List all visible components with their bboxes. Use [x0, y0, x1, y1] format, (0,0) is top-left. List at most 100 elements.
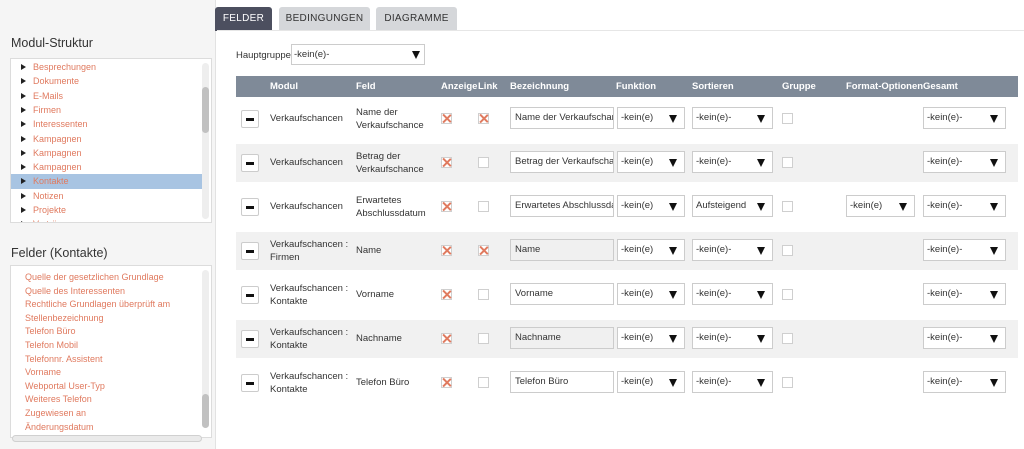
gesamt-select[interactable]: -kein(e)- — [923, 371, 1006, 393]
col-header-link: Link — [478, 81, 498, 92]
gesamt-select[interactable]: -kein(e)- — [923, 195, 1006, 217]
anzeige-checkbox[interactable] — [441, 113, 452, 124]
tree-item[interactable]: Firmen — [11, 103, 203, 117]
funktion-select[interactable]: -kein(e) — [617, 151, 685, 173]
hauptgruppe-label: Hauptgruppe: — [236, 50, 294, 61]
bezeichnung-input[interactable]: Name der Verkaufschance — [510, 107, 614, 129]
sortieren-select[interactable]: -kein(e)- — [692, 239, 773, 261]
funktion-select-value: -kein(e) — [621, 288, 654, 299]
field-item[interactable]: Quelle der gesetzlichen Grundlage — [25, 271, 164, 285]
link-checkbox[interactable] — [478, 245, 489, 256]
field-item[interactable]: Rechtliche Grundlagen überprüft am — [25, 298, 170, 312]
field-item[interactable]: Telefonnr. Assistent — [25, 353, 103, 367]
bezeichnung-input[interactable]: Vorname — [510, 283, 614, 305]
tree-item[interactable]: Kampagnen — [11, 160, 203, 174]
field-item[interactable]: Webportal User-Typ — [25, 380, 105, 394]
tab-felder[interactable]: FELDER — [215, 7, 272, 31]
field-item[interactable]: Änderungsdatum — [25, 421, 94, 435]
anzeige-checkbox[interactable] — [441, 289, 452, 300]
remove-row-button[interactable] — [241, 154, 259, 172]
link-checkbox[interactable] — [478, 289, 489, 300]
field-item[interactable]: Vorname — [25, 366, 61, 380]
field-item[interactable]: Telefon Mobil — [25, 339, 78, 353]
gruppe-checkbox[interactable] — [782, 113, 793, 124]
fields-list-scrollbar[interactable] — [202, 270, 209, 428]
module-list-scrollbar[interactable] — [202, 63, 209, 219]
hauptgruppe-select[interactable]: -kein(e)- — [291, 44, 425, 65]
bezeichnung-input[interactable]: Telefon Büro — [510, 371, 614, 393]
link-checkbox[interactable] — [478, 157, 489, 168]
fields-list-hscrollbar[interactable] — [12, 435, 202, 442]
funktion-select[interactable]: -kein(e) — [617, 327, 685, 349]
funktion-select[interactable]: -kein(e) — [617, 195, 685, 217]
funktion-select-value: -kein(e) — [621, 156, 654, 167]
gesamt-select[interactable]: -kein(e)- — [923, 107, 1006, 129]
module-list-scroll-thumb[interactable] — [202, 87, 209, 133]
triangle-right-icon — [21, 121, 26, 128]
minus-icon — [246, 206, 254, 209]
bezeichnung-input[interactable]: Betrag der Verkaufschance — [510, 151, 614, 173]
tree-item[interactable]: Besprechungen — [11, 60, 203, 74]
field-item[interactable]: Quelle des Interessenten — [25, 285, 125, 299]
sortieren-select[interactable]: -kein(e)- — [692, 327, 773, 349]
sortieren-select[interactable]: Aufsteigend — [692, 195, 773, 217]
funktion-select[interactable]: -kein(e) — [617, 239, 685, 261]
remove-row-button[interactable] — [241, 374, 259, 392]
table-row: Verkaufschancen Name der Verkaufschance Nam… — [236, 100, 1018, 138]
field-item[interactable]: Zugewiesen an — [25, 407, 86, 421]
remove-row-button[interactable] — [241, 198, 259, 216]
tree-item[interactable]: Verträge — [11, 217, 203, 222]
anzeige-checkbox[interactable] — [441, 377, 452, 388]
tree-item[interactable]: E-Mails — [11, 89, 203, 103]
gesamt-select[interactable]: -kein(e)- — [923, 151, 1006, 173]
sortieren-select[interactable]: -kein(e)- — [692, 283, 773, 305]
fields-list-scroll-thumb[interactable] — [202, 394, 209, 428]
tree-item[interactable]: Kampagnen — [11, 146, 203, 160]
funktion-select[interactable]: -kein(e) — [617, 107, 685, 129]
gesamt-select[interactable]: -kein(e)- — [923, 327, 1006, 349]
bezeichnung-input[interactable]: Name — [510, 239, 614, 261]
anzeige-checkbox[interactable] — [441, 201, 452, 212]
col-header-feld: Feld — [356, 81, 376, 92]
gruppe-checkbox[interactable] — [782, 377, 793, 388]
sortieren-select[interactable]: -kein(e)- — [692, 107, 773, 129]
field-item[interactable]: Weiteres Telefon — [25, 393, 92, 407]
sortieren-select[interactable]: -kein(e)- — [692, 151, 773, 173]
remove-row-button[interactable] — [241, 242, 259, 260]
gesamt-select[interactable]: -kein(e)- — [923, 239, 1006, 261]
remove-row-button[interactable] — [241, 110, 259, 128]
gesamt-select[interactable]: -kein(e)- — [923, 283, 1006, 305]
tree-item[interactable]: Notizen — [11, 189, 203, 203]
gruppe-checkbox[interactable] — [782, 289, 793, 300]
link-checkbox[interactable] — [478, 377, 489, 388]
remove-row-button[interactable] — [241, 286, 259, 304]
field-item[interactable]: Stellenbezeichnung — [25, 312, 104, 326]
gruppe-checkbox[interactable] — [782, 333, 793, 344]
tree-item[interactable]: Kampagnen — [11, 132, 203, 146]
anzeige-checkbox[interactable] — [441, 157, 452, 168]
tree-item[interactable]: Projekte — [11, 203, 203, 217]
remove-row-button[interactable] — [241, 330, 259, 348]
format-optionen-select[interactable]: -kein(e) — [846, 195, 915, 217]
gruppe-checkbox[interactable] — [782, 201, 793, 212]
bezeichnung-input[interactable]: Nachname — [510, 327, 614, 349]
sortieren-select[interactable]: -kein(e)- — [692, 371, 773, 393]
link-checkbox[interactable] — [478, 113, 489, 124]
gruppe-checkbox[interactable] — [782, 245, 793, 256]
tree-item[interactable]: Interessenten — [11, 117, 203, 131]
tree-item[interactable]: Kontakte — [11, 174, 203, 189]
tab-diagramme[interactable]: DIAGRAMME — [376, 7, 457, 31]
feld-line: Name — [356, 245, 382, 256]
tab-bedingungen[interactable]: BEDINGUNGEN — [279, 7, 370, 31]
funktion-select[interactable]: -kein(e) — [617, 283, 685, 305]
anzeige-checkbox[interactable] — [441, 333, 452, 344]
link-checkbox[interactable] — [478, 201, 489, 212]
tree-item[interactable]: Dokumente — [11, 74, 203, 88]
bezeichnung-input[interactable]: Erwartetes Abschlussdatum — [510, 195, 614, 217]
gesamt-select-value: -kein(e)- — [927, 376, 963, 387]
gruppe-checkbox[interactable] — [782, 157, 793, 168]
link-checkbox[interactable] — [478, 333, 489, 344]
funktion-select[interactable]: -kein(e) — [617, 371, 685, 393]
anzeige-checkbox[interactable] — [441, 245, 452, 256]
field-item[interactable]: Telefon Büro — [25, 325, 76, 339]
